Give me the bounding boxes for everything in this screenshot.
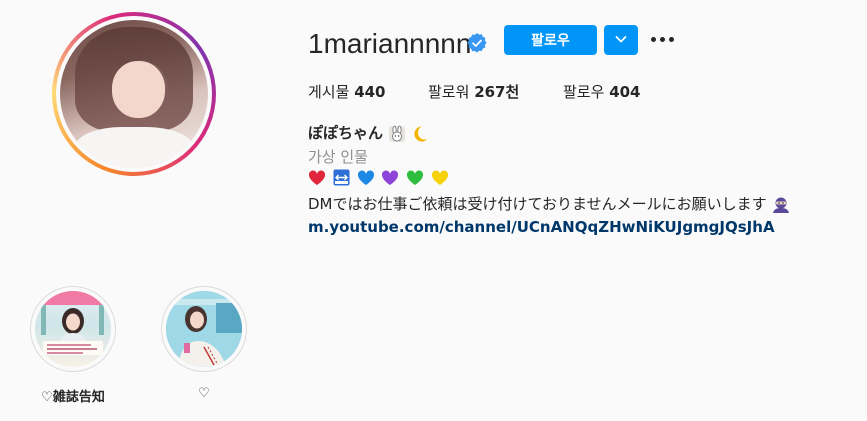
bio-emoji-row — [308, 169, 451, 189]
follow-button[interactable]: 팔로우 — [504, 25, 597, 55]
more-dot — [669, 37, 674, 42]
bio-category: 가상 인물 — [308, 148, 368, 166]
rabbit-icon — [389, 125, 406, 142]
red-heart-icon — [308, 169, 326, 190]
avatar-face — [111, 61, 166, 118]
suggested-dropdown-button[interactable] — [604, 25, 638, 55]
story-highlight[interactable]: ♡ — [161, 286, 247, 401]
posts-count: 440 — [354, 83, 386, 101]
followers-count: 267천 — [474, 83, 520, 101]
bio-name-row: ぽぽちゃん — [308, 122, 429, 143]
more-dot — [660, 37, 665, 42]
blue-heart-icon — [357, 169, 375, 190]
highlight-ring — [30, 286, 116, 372]
crescent-moon-icon — [414, 125, 428, 141]
story-highlight[interactable]: ♡雑誌告知 — [30, 286, 116, 405]
highlight-cover-image — [166, 291, 242, 367]
green-heart-icon — [406, 169, 424, 190]
following-count: 404 — [609, 83, 641, 101]
avatar-shirt — [74, 126, 194, 168]
highlight-cover-image — [35, 291, 111, 355]
bio-text-row: DMではお仕事ご依頼は受け付けておりませんメールにお願いします — [308, 193, 791, 214]
more-dot — [651, 37, 656, 42]
ninja-icon — [773, 197, 790, 213]
bio-name: ぽぽちゃん — [308, 124, 384, 142]
highlight-label: ♡雑誌告知 — [41, 390, 105, 405]
more-options-icon[interactable] — [651, 31, 675, 49]
avatar-inner — [56, 16, 212, 172]
stat-followers[interactable]: 팔로워 267천 — [428, 81, 519, 102]
left-right-arrow-icon — [333, 169, 350, 190]
highlight-cover — [166, 291, 242, 367]
bio-text: DMではお仕事ご依頼は受け付けておりませんメールにお願いします — [308, 195, 767, 213]
following-label: 팔로우 — [563, 83, 605, 101]
avatar-photo — [60, 20, 208, 168]
bio-link[interactable]: m.youtube.com/channel/UCnANQqZHwNiKUJgmg… — [308, 218, 775, 236]
purple-heart-icon — [381, 169, 399, 190]
stat-posts: 게시물 440 — [308, 81, 386, 102]
highlight-ring — [161, 286, 247, 372]
highlight-label: ♡ — [198, 386, 210, 401]
verified-badge-icon — [467, 33, 487, 53]
yellow-heart-icon — [431, 169, 449, 190]
highlight-cover — [35, 291, 111, 367]
followers-label: 팔로워 — [428, 83, 470, 101]
stat-following[interactable]: 팔로우 404 — [563, 81, 641, 102]
posts-label: 게시물 — [308, 83, 350, 101]
username: 1mariannnnn — [308, 28, 472, 59]
chevron-down-icon — [615, 36, 627, 43]
profile-avatar[interactable] — [52, 12, 216, 176]
